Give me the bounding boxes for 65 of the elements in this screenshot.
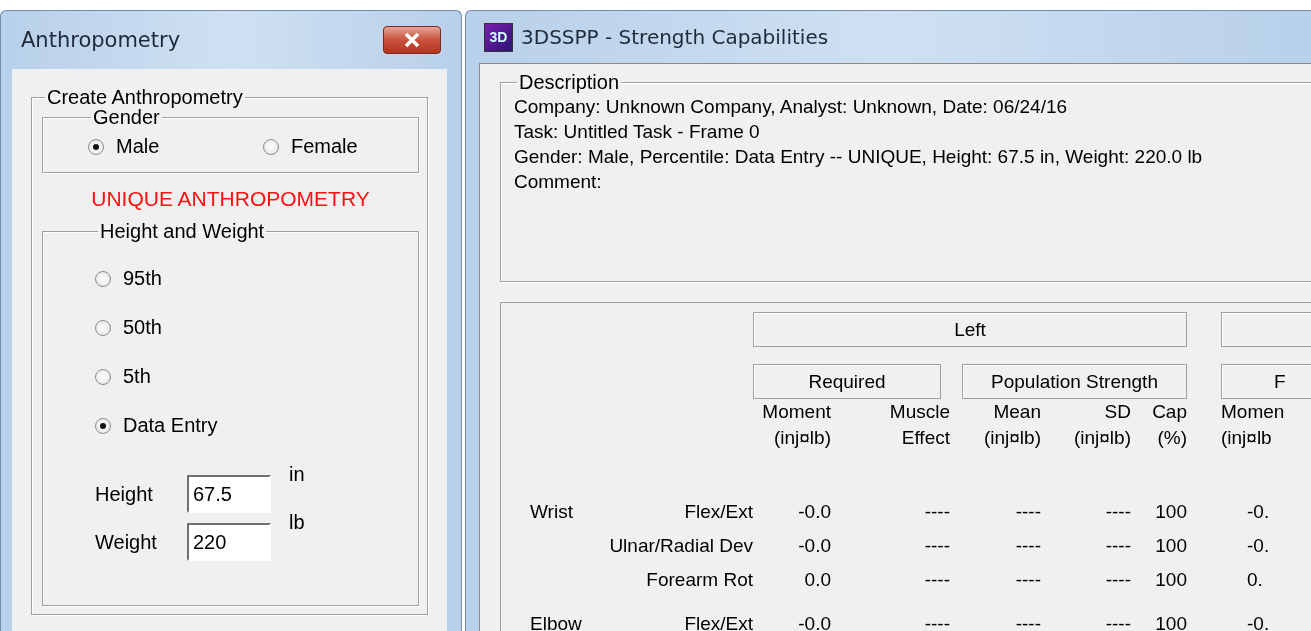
unit-label: lb (288, 511, 306, 534)
radio-button[interactable]: Female (263, 135, 418, 158)
table-cell-text: 100 (1155, 568, 1187, 592)
column-header: SD (inj¤lb) (1073, 400, 1131, 450)
column-header: Mean (inj¤lb) (983, 400, 1041, 450)
status-label: UNIQUE ANTHROPOMETRY (90, 187, 371, 211)
radio-button[interactable]: 5th (95, 365, 418, 388)
table-cell-text: ---- (1015, 568, 1041, 592)
field-label: Height (95, 482, 154, 506)
radio-button[interactable]: Data Entry (95, 414, 418, 437)
motion-label: Flex/Ext (684, 500, 753, 524)
window-title: 3DSSPP - Strength Capabilities (521, 25, 829, 49)
column-group-header: Required (753, 364, 941, 399)
close-icon (403, 32, 421, 48)
group-title: Gender (92, 107, 160, 127)
input-field[interactable]: 220 (187, 523, 271, 561)
table-cell-text: -0. (1247, 534, 1270, 558)
table-cell-text: ---- (924, 534, 950, 558)
motion-label: Forearm Rot (646, 568, 753, 592)
table-cell-text: 100 (1155, 534, 1187, 558)
table-cell-text: -0. (1247, 500, 1270, 524)
table-cell-text: ---- (1105, 534, 1131, 558)
column-group-header: F (1221, 364, 1311, 399)
table-cell-text: 0.0 (804, 568, 831, 592)
table-cell-text: ---- (1105, 568, 1131, 592)
table-cell-text: 100 (1155, 500, 1187, 524)
unit-label: in (288, 463, 306, 486)
column-header: Cap (%) (1152, 400, 1187, 450)
table-cell-text: -0.0 (798, 612, 831, 631)
window-title: Anthropometry (21, 28, 181, 52)
description-text: Gender: Male, Percentile: Data Entry -- UNIQUE, Height: 67.5 in, Weight: 220.0 lb (514, 145, 1204, 169)
column-header: Moment (inj¤lb) (762, 400, 831, 450)
joint-label: Wrist (530, 500, 574, 524)
table-cell-text: -0.0 (798, 500, 831, 524)
field-label: Weight (95, 530, 158, 554)
table-cell-text: ---- (1105, 500, 1131, 524)
radio-button[interactable]: 95th (95, 267, 418, 290)
table-cell-text: ---- (1015, 534, 1041, 558)
column-group-header: Left (753, 312, 1187, 347)
description-text: Company: Unknown Company, Analyst: Unknown, Date: 06/24/16 (514, 95, 1069, 119)
column-group-header: Population Strength (962, 364, 1187, 399)
radio-button[interactable]: 50th (95, 316, 418, 339)
table-cell-text: -0.0 (798, 534, 831, 558)
description-text: Task: Untitled Task - Frame 0 (514, 120, 761, 144)
close-button[interactable] (383, 26, 441, 54)
table-cell-text: 100 (1155, 612, 1187, 631)
group-title: Description (518, 72, 621, 92)
column-header: Muscle Effect (889, 400, 950, 450)
description-text: Comment: (514, 170, 603, 194)
joint-label: Elbow (530, 612, 583, 631)
table-cell-text: ---- (924, 500, 950, 524)
table-cell-text: ---- (1105, 612, 1131, 631)
table-cell-text: ---- (1015, 500, 1041, 524)
table-cell-text: ---- (924, 568, 950, 592)
table-cell-text: ---- (924, 612, 950, 631)
motion-label: Flex/Ext (684, 612, 753, 631)
table-cell-text: 0. (1247, 568, 1263, 592)
table-cell-text: ---- (1015, 612, 1041, 631)
input-field[interactable]: 67.5 (187, 475, 271, 513)
motion-label: Ulnar/Radial Dev (609, 534, 753, 558)
table-cell-text: -0. (1247, 612, 1270, 631)
group-title: Height and Weight (99, 221, 266, 241)
radio-button[interactable]: Male (88, 135, 263, 158)
column-header: Momen (inj¤lb (1221, 400, 1285, 450)
app-icon: 3D (484, 22, 513, 52)
